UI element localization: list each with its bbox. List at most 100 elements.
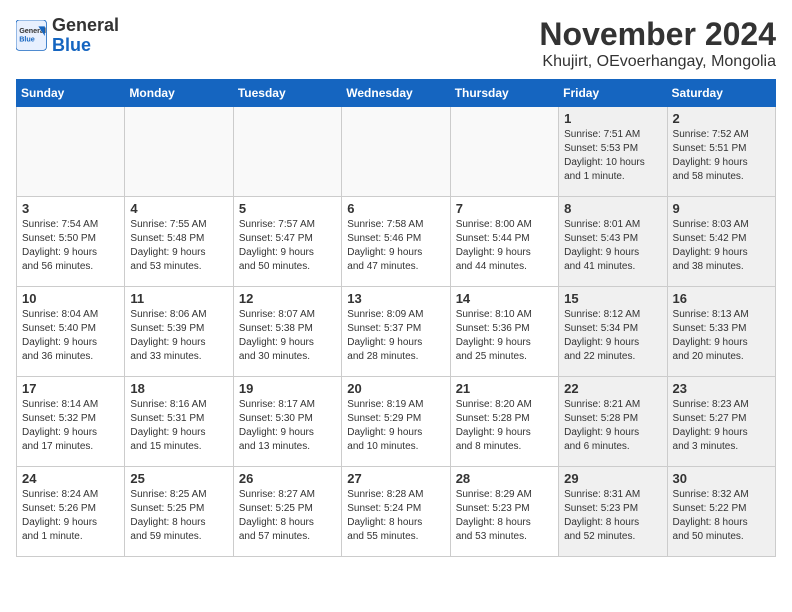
- day-number: 7: [456, 201, 553, 216]
- day-number: 2: [673, 111, 770, 126]
- day-info: Sunrise: 8:01 AM Sunset: 5:43 PM Dayligh…: [564, 218, 661, 274]
- calendar-day: 18 Sunrise: 8:16 AM Sunset: 5:31 PM Dayli…: [125, 377, 233, 467]
- calendar-day: 24 Sunrise: 8:24 AM Sunset: 5:26 PM Dayli…: [17, 467, 125, 557]
- day-info: Sunrise: 8:21 AM Sunset: 5:28 PM Dayligh…: [564, 398, 661, 454]
- calendar-day: 20Sunrise: 8:19 AM Sunset: 5:29 PM Dayli…: [342, 377, 450, 467]
- calendar-day: 15 Sunrise: 8:12 AM Sunset: 5:34 PM Dayli…: [559, 287, 667, 377]
- calendar-table: SundayMondayTuesdayWednesdayThursdayFrid…: [16, 79, 776, 557]
- calendar-day: 17 Sunrise: 8:14 AM Sunset: 5:32 PM Dayli…: [17, 377, 125, 467]
- calendar-day: [233, 107, 341, 197]
- day-info: Sunrise: 8:16 AM Sunset: 5:31 PM Dayligh…: [130, 398, 227, 454]
- calendar-day: 26 Sunrise: 8:27 AM Sunset: 5:25 PM Dayli…: [233, 467, 341, 557]
- day-number: 9: [673, 201, 770, 216]
- calendar-week-4: 17 Sunrise: 8:14 AM Sunset: 5:32 PM Dayli…: [17, 377, 776, 467]
- day-info: Sunrise: 8:25 AM Sunset: 5:25 PM Dayligh…: [130, 488, 227, 544]
- calendar-day: 21 Sunrise: 8:20 AM Sunset: 5:28 PM Dayli…: [450, 377, 558, 467]
- day-info: Sunrise: 8:20 AM Sunset: 5:28 PM Dayligh…: [456, 398, 553, 454]
- calendar-day: 4 Sunrise: 7:55 AM Sunset: 5:48 PM Daylig…: [125, 197, 233, 287]
- weekday-header-sunday: Sunday: [17, 80, 125, 107]
- day-info: Sunrise: 8:09 AM Sunset: 5:37 PM Dayligh…: [347, 308, 444, 364]
- weekday-header-tuesday: Tuesday: [233, 80, 341, 107]
- title-block: November 2024 Khujirt, OEvoerhangay, Mon…: [539, 16, 776, 71]
- day-info: Sunrise: 8:14 AM Sunset: 5:32 PM Dayligh…: [22, 398, 119, 454]
- day-number: 28: [456, 471, 553, 486]
- day-number: 22: [564, 381, 661, 396]
- day-info: Sunrise: 8:04 AM Sunset: 5:40 PM Dayligh…: [22, 308, 119, 364]
- calendar-day: 22 Sunrise: 8:21 AM Sunset: 5:28 PM Dayli…: [559, 377, 667, 467]
- day-number: 21: [456, 381, 553, 396]
- calendar-day: 29Sunrise: 8:31 AM Sunset: 5:23 PM Dayli…: [559, 467, 667, 557]
- day-number: 6: [347, 201, 444, 216]
- calendar-day: 11 Sunrise: 8:06 AM Sunset: 5:39 PM Dayli…: [125, 287, 233, 377]
- calendar-day: 19 Sunrise: 8:17 AM Sunset: 5:30 PM Dayli…: [233, 377, 341, 467]
- weekday-header-wednesday: Wednesday: [342, 80, 450, 107]
- day-number: 8: [564, 201, 661, 216]
- day-number: 27: [347, 471, 444, 486]
- calendar-day: [450, 107, 558, 197]
- calendar-day: 16Sunrise: 8:13 AM Sunset: 5:33 PM Dayli…: [667, 287, 775, 377]
- day-info: Sunrise: 8:19 AM Sunset: 5:29 PM Dayligh…: [347, 398, 444, 454]
- day-number: 3: [22, 201, 119, 216]
- calendar-day: 6 Sunrise: 7:58 AM Sunset: 5:46 PM Daylig…: [342, 197, 450, 287]
- day-number: 10: [22, 291, 119, 306]
- calendar-week-2: 3 Sunrise: 7:54 AM Sunset: 5:50 PM Daylig…: [17, 197, 776, 287]
- day-number: 4: [130, 201, 227, 216]
- page-header: General Blue General Blue November 2024 …: [16, 16, 776, 71]
- calendar-day: 1Sunrise: 7:51 AM Sunset: 5:53 PM Daylig…: [559, 107, 667, 197]
- day-info: Sunrise: 8:23 AM Sunset: 5:27 PM Dayligh…: [673, 398, 770, 454]
- calendar-day: 10 Sunrise: 8:04 AM Sunset: 5:40 PM Dayli…: [17, 287, 125, 377]
- logo-icon: General Blue: [16, 20, 48, 52]
- calendar-day: 28 Sunrise: 8:29 AM Sunset: 5:23 PM Dayli…: [450, 467, 558, 557]
- day-info: Sunrise: 8:12 AM Sunset: 5:34 PM Dayligh…: [564, 308, 661, 364]
- day-info: Sunrise: 7:58 AM Sunset: 5:46 PM Dayligh…: [347, 218, 444, 274]
- day-number: 1: [564, 111, 661, 126]
- day-info: Sunrise: 7:55 AM Sunset: 5:48 PM Dayligh…: [130, 218, 227, 274]
- calendar-day: 9 Sunrise: 8:03 AM Sunset: 5:42 PM Daylig…: [667, 197, 775, 287]
- calendar-day: 12Sunrise: 8:07 AM Sunset: 5:38 PM Dayli…: [233, 287, 341, 377]
- day-number: 19: [239, 381, 336, 396]
- calendar-header-row: SundayMondayTuesdayWednesdayThursdayFrid…: [17, 80, 776, 107]
- svg-text:Blue: Blue: [19, 34, 35, 43]
- day-number: 5: [239, 201, 336, 216]
- day-info: Sunrise: 7:54 AM Sunset: 5:50 PM Dayligh…: [22, 218, 119, 274]
- calendar-day: 30Sunrise: 8:32 AM Sunset: 5:22 PM Dayli…: [667, 467, 775, 557]
- day-number: 18: [130, 381, 227, 396]
- calendar-day: [342, 107, 450, 197]
- day-number: 30: [673, 471, 770, 486]
- day-info: Sunrise: 8:10 AM Sunset: 5:36 PM Dayligh…: [456, 308, 553, 364]
- day-number: 26: [239, 471, 336, 486]
- calendar-week-5: 24 Sunrise: 8:24 AM Sunset: 5:26 PM Dayli…: [17, 467, 776, 557]
- day-info: Sunrise: 8:24 AM Sunset: 5:26 PM Dayligh…: [22, 488, 119, 544]
- calendar-day: 13Sunrise: 8:09 AM Sunset: 5:37 PM Dayli…: [342, 287, 450, 377]
- calendar-day: 14 Sunrise: 8:10 AM Sunset: 5:36 PM Dayli…: [450, 287, 558, 377]
- calendar-day: 25Sunrise: 8:25 AM Sunset: 5:25 PM Dayli…: [125, 467, 233, 557]
- day-info: Sunrise: 8:27 AM Sunset: 5:25 PM Dayligh…: [239, 488, 336, 544]
- day-number: 11: [130, 291, 227, 306]
- calendar-body: 1Sunrise: 7:51 AM Sunset: 5:53 PM Daylig…: [17, 107, 776, 557]
- logo: General Blue General Blue: [16, 16, 119, 56]
- weekday-header-thursday: Thursday: [450, 80, 558, 107]
- day-info: Sunrise: 8:06 AM Sunset: 5:39 PM Dayligh…: [130, 308, 227, 364]
- day-number: 16: [673, 291, 770, 306]
- day-info: Sunrise: 8:03 AM Sunset: 5:42 PM Dayligh…: [673, 218, 770, 274]
- location: Khujirt, OEvoerhangay, Mongolia: [539, 53, 776, 71]
- day-number: 15: [564, 291, 661, 306]
- day-info: Sunrise: 8:29 AM Sunset: 5:23 PM Dayligh…: [456, 488, 553, 544]
- day-number: 29: [564, 471, 661, 486]
- calendar-day: 23Sunrise: 8:23 AM Sunset: 5:27 PM Dayli…: [667, 377, 775, 467]
- calendar-week-1: 1Sunrise: 7:51 AM Sunset: 5:53 PM Daylig…: [17, 107, 776, 197]
- calendar-week-3: 10 Sunrise: 8:04 AM Sunset: 5:40 PM Dayli…: [17, 287, 776, 377]
- calendar-day: 7 Sunrise: 8:00 AM Sunset: 5:44 PM Daylig…: [450, 197, 558, 287]
- calendar-day: 2Sunrise: 7:52 AM Sunset: 5:51 PM Daylig…: [667, 107, 775, 197]
- day-info: Sunrise: 8:00 AM Sunset: 5:44 PM Dayligh…: [456, 218, 553, 274]
- calendar-day: 8 Sunrise: 8:01 AM Sunset: 5:43 PM Daylig…: [559, 197, 667, 287]
- day-info: Sunrise: 7:57 AM Sunset: 5:47 PM Dayligh…: [239, 218, 336, 274]
- day-number: 24: [22, 471, 119, 486]
- day-info: Sunrise: 8:17 AM Sunset: 5:30 PM Dayligh…: [239, 398, 336, 454]
- logo-text: General Blue: [52, 16, 119, 56]
- weekday-header-saturday: Saturday: [667, 80, 775, 107]
- calendar-day: 27Sunrise: 8:28 AM Sunset: 5:24 PM Dayli…: [342, 467, 450, 557]
- day-number: 14: [456, 291, 553, 306]
- day-number: 17: [22, 381, 119, 396]
- month-title: November 2024: [539, 16, 776, 53]
